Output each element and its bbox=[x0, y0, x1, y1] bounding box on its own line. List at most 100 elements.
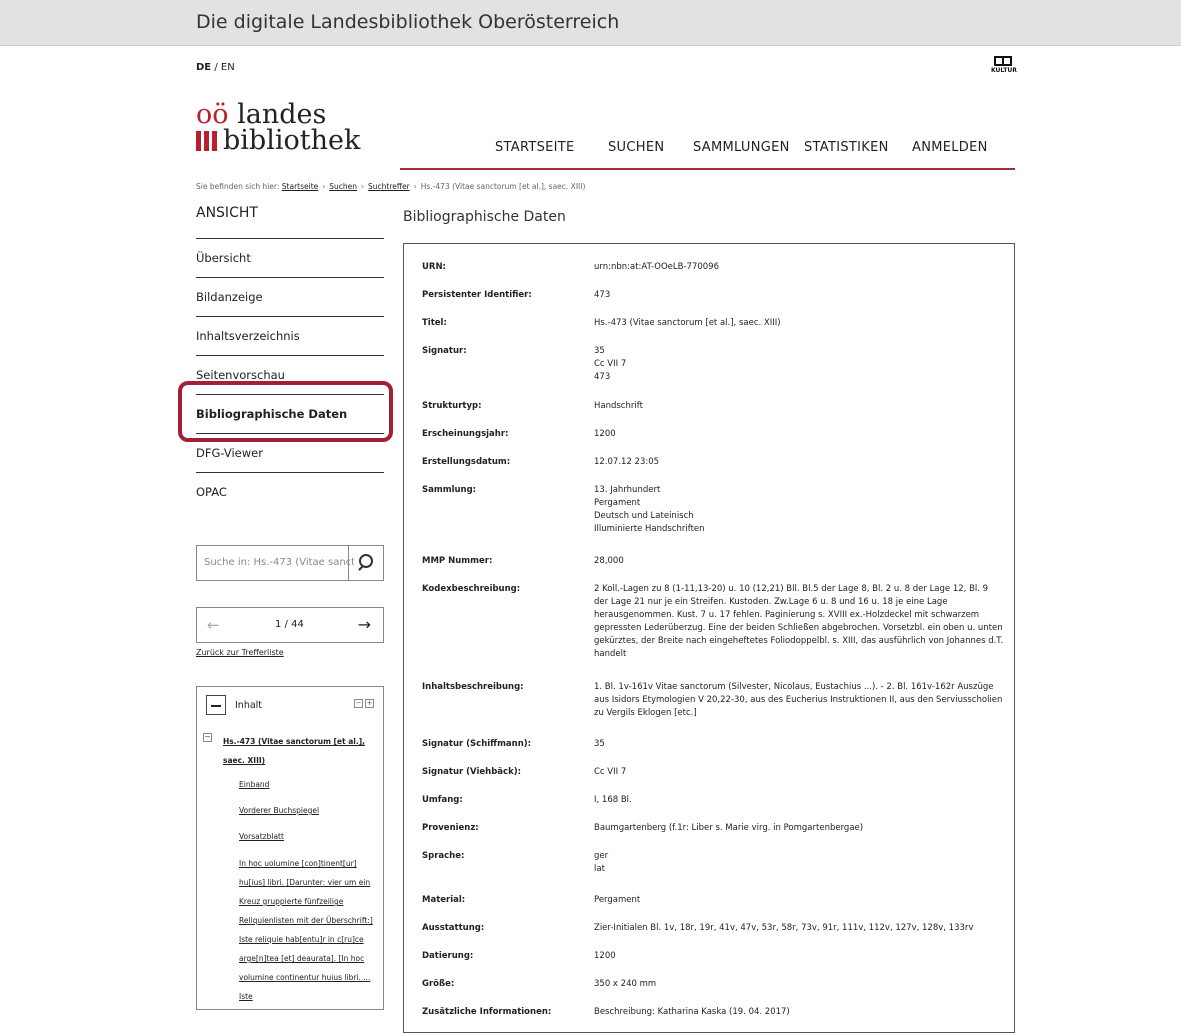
data-row-value: 473 bbox=[594, 290, 611, 300]
data-row-label: Inhaltsbeschreibung: bbox=[422, 682, 524, 692]
data-row-value: 1200 bbox=[594, 951, 616, 961]
data-row-value: Pergament bbox=[594, 895, 641, 905]
sidebar-title: ANSICHT bbox=[196, 205, 258, 221]
data-row: Umfang: I, 168 Bl. bbox=[422, 794, 1004, 807]
data-row-value: Beschreibung: Katharina Kaska (19. 04. 2… bbox=[594, 1007, 790, 1017]
data-row-value: Handschrift bbox=[594, 401, 643, 411]
site-logo[interactable]: oö landes bibliothek bbox=[196, 101, 361, 156]
result-pager: ← 1 / 44 → bbox=[196, 607, 384, 643]
logo-bars-icon bbox=[196, 131, 217, 151]
pager-count: 1 / 44 bbox=[275, 619, 304, 630]
breadcrumb-suchtreffer[interactable]: Suchtreffer bbox=[368, 182, 410, 191]
sidebar-item-inhaltsverzeichnis[interactable]: Inhaltsverzeichnis bbox=[196, 316, 384, 355]
logo-line2: bibliothek bbox=[223, 125, 361, 156]
data-row: Persistenter Identifier: 473 bbox=[422, 289, 1004, 302]
data-row-value: Cc VII 7 bbox=[594, 767, 627, 777]
book-icon bbox=[994, 56, 1012, 66]
sidebar-nav: Übersicht Bildanzeige Inhaltsverzeichnis… bbox=[196, 238, 384, 511]
kultur-label: KULTUR bbox=[991, 67, 1017, 74]
prev-arrow-icon[interactable]: ← bbox=[207, 616, 220, 634]
data-row-value: 35 Cc VII 7 473 bbox=[594, 346, 627, 382]
data-row-label: Kodexbeschreibung: bbox=[422, 584, 521, 594]
data-row: Sammlung: 13. Jahrhundert Pergament Deuts… bbox=[422, 484, 1004, 536]
nav-sammlungen[interactable]: SAMMLUNGEN bbox=[693, 140, 790, 155]
data-row-label: Titel: bbox=[422, 318, 447, 328]
next-arrow-icon[interactable]: → bbox=[358, 615, 371, 634]
expand-all-icon[interactable]: + bbox=[365, 699, 374, 708]
data-row: Signatur (Viehbäck): Cc VII 7 bbox=[422, 766, 1004, 779]
data-row-value: 28,000 bbox=[594, 556, 624, 566]
search-input[interactable]: Suche in: Hs.-473 (Vitae sanctor bbox=[204, 557, 354, 568]
breadcrumb: Sie befinden sich hier: Startseite › Suche… bbox=[196, 182, 586, 191]
toc-root-item[interactable]: Hs.-473 (Vitae sanctorum [et al.], saec.… bbox=[223, 732, 371, 770]
kultur-logo[interactable]: KULTUR bbox=[991, 56, 1017, 74]
data-row-label: Signatur (Schiffmann): bbox=[422, 739, 532, 749]
sidebar-item-uebersicht[interactable]: Übersicht bbox=[196, 238, 384, 277]
data-row-label: Provenienz: bbox=[422, 823, 479, 833]
data-row: Kodexbeschreibung: 2 Koll.-Lagen zu 8 (1-… bbox=[422, 583, 1004, 661]
toc-panel: Inhalt − + − Hs.-473 (Vitae sanctorum [et… bbox=[196, 686, 384, 1010]
active-item-highlight bbox=[178, 381, 393, 442]
nav-suchen[interactable]: SUCHEN bbox=[608, 140, 664, 155]
data-row-value: I, 168 Bl. bbox=[594, 795, 632, 805]
data-row-value: Baumgartenberg (f.1r: Liber s. Marie vir… bbox=[594, 823, 864, 833]
data-row-label: Strukturtyp: bbox=[422, 401, 482, 411]
toc-item-einband[interactable]: Einband bbox=[239, 775, 379, 794]
back-to-results-link[interactable]: Zurück zur Trefferliste bbox=[196, 648, 284, 657]
nav-statistiken[interactable]: STATISTIKEN bbox=[804, 140, 889, 155]
data-row: Erstellungsdatum: 12.07.12 23:05 bbox=[422, 456, 1004, 469]
sidebar-item-opac[interactable]: OPAC bbox=[196, 472, 384, 511]
data-row: Erscheinungsjahr: 1200 bbox=[422, 428, 1004, 441]
data-row-label: Material: bbox=[422, 895, 466, 905]
data-row: Inhaltsbeschreibung: 1. Bl. 1v-161v Vitae… bbox=[422, 681, 1004, 720]
breadcrumb-startseite[interactable]: Startseite bbox=[282, 182, 318, 191]
data-row-label: Sammlung: bbox=[422, 485, 477, 495]
data-row-value: 35 bbox=[594, 739, 605, 749]
data-row-label: Sprache: bbox=[422, 851, 465, 861]
lang-en-link[interactable]: EN bbox=[221, 62, 235, 73]
toc-item-in-hoc-uolumine[interactable]: In hoc uolumine [con]tinent[ur] hu[ius] … bbox=[239, 854, 379, 1006]
lang-de-link[interactable]: DE bbox=[196, 62, 211, 73]
main-nav: STARTSEITE SUCHEN SAMMLUNGEN STATISTIKEN… bbox=[470, 140, 1015, 166]
data-row-label: Größe: bbox=[422, 979, 455, 989]
data-row: Material: Pergament bbox=[422, 894, 1004, 907]
data-row: Signatur: 35 Cc VII 7 473 bbox=[422, 345, 1004, 384]
data-row: Provenienz: Baumgartenberg (f.1r: Liber s… bbox=[422, 822, 1004, 835]
top-bar: Die digitale Landesbibliothek Oberösterr… bbox=[0, 0, 1181, 46]
data-row-label: Signatur (Viehbäck): bbox=[422, 767, 522, 777]
data-row-value: 2 Koll.-Lagen zu 8 (1-11,13-20) u. 10 (1… bbox=[594, 584, 1004, 659]
collapse-icon[interactable] bbox=[206, 695, 226, 715]
toc-item-vorsatzblatt[interactable]: Vorsatzblatt bbox=[239, 827, 379, 846]
data-row-value: 1200 bbox=[594, 429, 616, 439]
data-row-label: MMP Nummer: bbox=[422, 556, 493, 566]
data-row-value: 13. Jahrhundert Pergament Deutsch und La… bbox=[594, 485, 705, 534]
data-row: MMP Nummer: 28,000 bbox=[422, 555, 1004, 568]
nav-anmelden[interactable]: ANMELDEN bbox=[912, 140, 988, 155]
page-title: Bibliographische Daten bbox=[403, 209, 566, 225]
data-row-label: URN: bbox=[422, 262, 446, 272]
search-box: Suche in: Hs.-473 (Vitae sanctor bbox=[196, 545, 384, 581]
data-row: Datierung: 1200 bbox=[422, 950, 1004, 963]
breadcrumb-prefix: Sie befinden sich hier: bbox=[196, 182, 280, 191]
site-title: Die digitale Landesbibliothek Oberösterr… bbox=[196, 11, 620, 33]
data-row-label: Signatur: bbox=[422, 346, 467, 356]
data-row: Sprache: ger lat bbox=[422, 850, 1004, 876]
breadcrumb-suchen[interactable]: Suchen bbox=[329, 182, 357, 191]
bibliographic-data-panel: URN: urn:nbn:at:AT-OOeLB-770096 Persistent… bbox=[403, 243, 1015, 1033]
data-row-value: Hs.-473 (Vitae sanctorum [et al.], saec.… bbox=[594, 318, 781, 328]
data-row: URN: urn:nbn:at:AT-OOeLB-770096 bbox=[422, 261, 1004, 274]
toc-item-vorderer-buchspiegel[interactable]: Vorderer Buchspiegel bbox=[239, 801, 379, 820]
sidebar-item-bildanzeige[interactable]: Bildanzeige bbox=[196, 277, 384, 316]
nav-underline bbox=[400, 168, 1015, 170]
data-row-label: Zusätzliche Informationen: bbox=[422, 1007, 552, 1017]
collapse-all-icon[interactable]: − bbox=[354, 699, 363, 708]
data-row-value: Zier-Initialen Bl. 1v, 18r, 19r, 41v, 47… bbox=[594, 923, 974, 933]
data-row-value: 1. Bl. 1v-161v Vitae sanctorum (Silveste… bbox=[594, 682, 1003, 718]
data-row-label: Datierung: bbox=[422, 951, 474, 961]
data-row-value: urn:nbn:at:AT-OOeLB-770096 bbox=[594, 262, 719, 272]
data-row-label: Umfang: bbox=[422, 795, 463, 805]
search-icon[interactable] bbox=[348, 546, 383, 580]
tree-toggle-icon[interactable]: − bbox=[203, 733, 212, 742]
toc-title: Inhalt bbox=[235, 700, 263, 711]
nav-startseite[interactable]: STARTSEITE bbox=[495, 140, 575, 155]
